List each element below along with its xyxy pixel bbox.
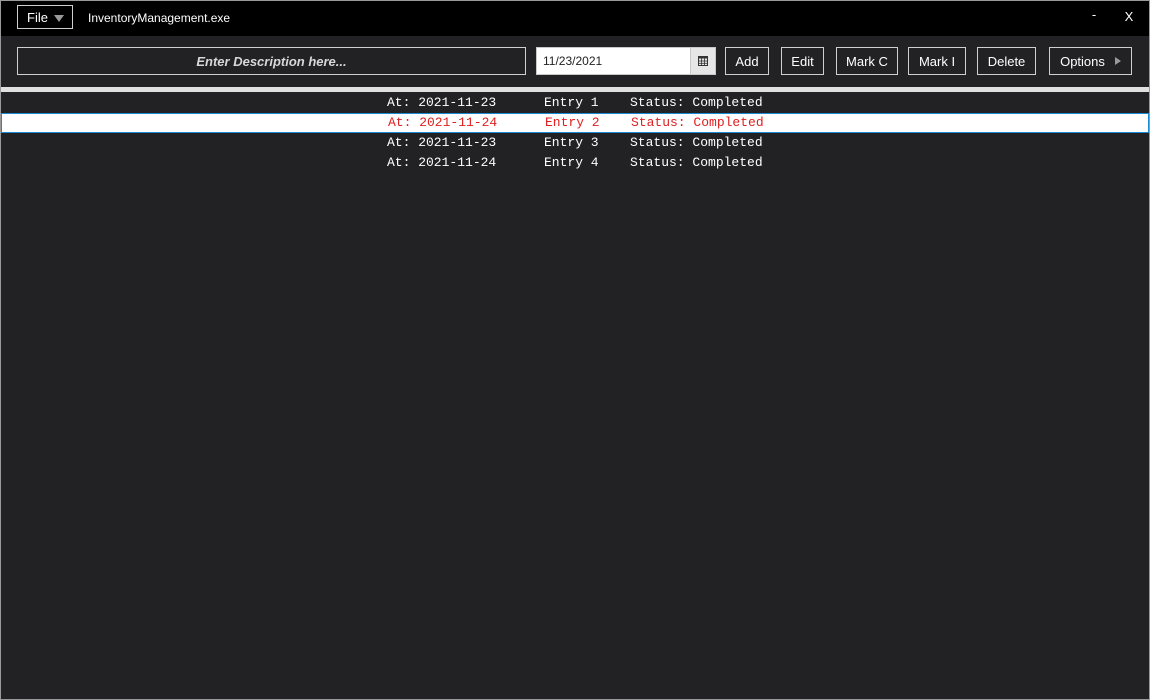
app-window: File InventoryManagement.exe - X 11/23/2… <box>0 0 1150 700</box>
add-button-label: Add <box>735 53 759 69</box>
chevron-right-icon <box>1114 57 1121 65</box>
entry-date: At: 2021-11-24 <box>388 115 498 130</box>
options-button[interactable]: Options <box>1049 47 1132 75</box>
entry-date: At: 2021-11-24 <box>387 155 497 170</box>
file-menu-button[interactable]: File <box>17 5 73 29</box>
entry-date: At: 2021-11-23 <box>387 135 497 150</box>
edit-button[interactable]: Edit <box>781 47 824 75</box>
entry-status: Status: Completed <box>630 155 763 170</box>
edit-button-label: Edit <box>791 53 814 69</box>
entry-date: At: 2021-11-23 <box>387 95 497 110</box>
add-button[interactable]: Add <box>725 47 769 75</box>
file-menu-label: File <box>27 9 48 25</box>
mark-incomplete-button-label: Mark I <box>918 53 956 69</box>
close-button[interactable]: X <box>1122 9 1136 27</box>
mark-complete-button[interactable]: Mark C <box>836 47 898 75</box>
entry-list[interactable]: At: 2021-11-23 Entry 1 Status: Completed… <box>1 92 1149 699</box>
mark-complete-button-label: Mark C <box>846 53 888 69</box>
options-button-label: Options <box>1060 53 1105 69</box>
entry-name: Entry 1 <box>544 95 599 110</box>
delete-button-label: Delete <box>987 53 1026 69</box>
chevron-down-icon <box>54 15 64 22</box>
calendar-icon <box>698 56 708 66</box>
list-item[interactable]: At: 2021-11-23 Entry 1 Status: Completed <box>1 93 1149 113</box>
list-item[interactable]: At: 2021-11-24 Entry 4 Status: Completed <box>1 153 1149 173</box>
entry-status: Status: Completed <box>630 95 763 110</box>
toolbar: 11/23/2021 Add Edit Mark C Mark I <box>1 36 1149 87</box>
entry-name: Entry 4 <box>544 155 599 170</box>
delete-button[interactable]: Delete <box>977 47 1036 75</box>
date-picker[interactable]: 11/23/2021 <box>536 47 716 75</box>
entry-status: Status: Completed <box>631 115 764 130</box>
entry-name: Entry 3 <box>544 135 599 150</box>
title-bar: File InventoryManagement.exe - X <box>1 1 1149 36</box>
description-input[interactable] <box>17 47 526 75</box>
entry-status: Status: Completed <box>630 135 763 150</box>
date-value[interactable]: 11/23/2021 <box>537 48 690 74</box>
minimize-button[interactable]: - <box>1087 7 1101 25</box>
app-title: InventoryManagement.exe <box>88 11 231 25</box>
calendar-button[interactable] <box>690 48 715 74</box>
list-item[interactable]: At: 2021-11-23 Entry 3 Status: Completed <box>1 133 1149 153</box>
entry-name: Entry 2 <box>545 115 600 130</box>
mark-incomplete-button[interactable]: Mark I <box>908 47 966 75</box>
list-item-selected[interactable]: At: 2021-11-24 Entry 2 Status: Completed <box>1 113 1149 133</box>
